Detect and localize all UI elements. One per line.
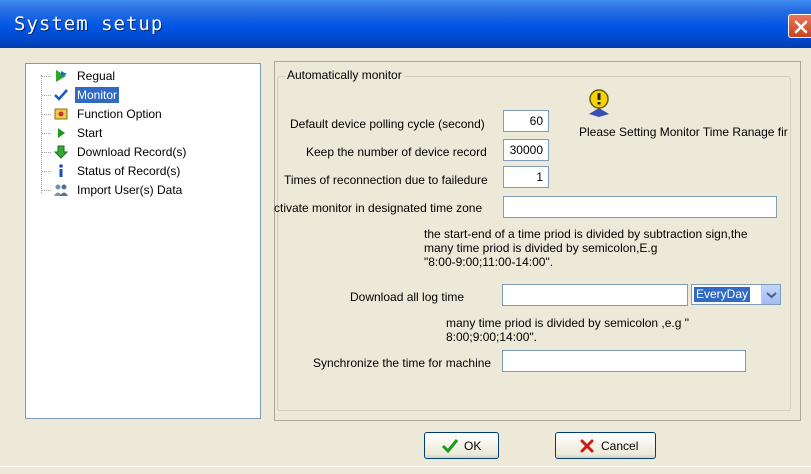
ok-button[interactable]: OK	[424, 432, 499, 459]
close-button[interactable]	[788, 14, 811, 38]
option-icon	[54, 108, 68, 120]
download-arrow-icon	[53, 145, 69, 159]
polling-cycle-input[interactable]: 60	[503, 110, 549, 132]
users-icon	[54, 184, 68, 196]
download-frequency-value: EveryDay	[694, 287, 751, 302]
tree-connector	[42, 133, 51, 134]
close-icon	[794, 20, 808, 34]
checkmark-icon	[441, 439, 459, 454]
download-help-1: many time priod is divided by semicolon …	[446, 316, 690, 330]
time-zone-input[interactable]	[503, 196, 777, 218]
download-log-time-label: Download all log time	[350, 290, 465, 304]
cancel-button[interactable]: Cancel	[555, 432, 656, 459]
tree-item-label: Function Option	[77, 107, 162, 121]
dropdown-button[interactable]	[761, 285, 780, 304]
time-zone-help-1: the start-end of a time priod is divided…	[424, 227, 748, 241]
keep-records-input[interactable]: 30000	[503, 139, 549, 161]
reconnect-times-label: Times of reconnection due to failedure	[284, 173, 488, 187]
system-setup-window: System setup Regual Monitor Function Opt…	[0, 0, 811, 474]
tree-item-label: Monitor	[75, 87, 120, 103]
tree-connector	[42, 114, 51, 115]
monitor-info-text: Please Setting Monitor Time Ranage fir	[579, 125, 788, 139]
tree-connector	[41, 75, 42, 193]
tree-connector	[42, 95, 51, 96]
tree-item-label: Status of Record(s)	[77, 164, 181, 178]
checkmark-icon	[54, 89, 68, 101]
tree-item-label: Download Record(s)	[77, 145, 187, 159]
cancel-button-label: Cancel	[601, 439, 639, 453]
play-icon	[58, 128, 65, 138]
download-log-time-input[interactable]	[502, 284, 688, 306]
green-arrow-icon	[56, 70, 67, 82]
info-icon	[59, 164, 63, 177]
download-help-2: 8:00;9:00;14:00".	[446, 330, 538, 344]
tree-item-label: Import User(s) Data	[77, 183, 183, 197]
tree-item-label: Start	[77, 126, 103, 140]
tree-connector	[42, 152, 51, 153]
chevron-down-icon	[766, 292, 777, 299]
tree-item-label: Regual	[77, 69, 116, 83]
tree-connector	[42, 190, 51, 191]
time-zone-help-3: "8:00-9:00;11:00-14:00".	[424, 255, 554, 269]
tree-connector	[42, 171, 51, 172]
polling-cycle-label: Default device polling cycle (second)	[290, 117, 485, 131]
group-title: Automatically monitor	[285, 68, 404, 82]
keep-records-label: Keep the number of device record	[306, 145, 487, 159]
window-title: System setup	[14, 13, 164, 35]
time-zone-label: ctivate monitor in designated time zone	[274, 201, 483, 215]
cancel-x-icon	[580, 439, 594, 453]
tree-connector	[42, 76, 51, 77]
sync-time-label: Synchronize the time for machine	[313, 356, 492, 370]
sync-time-input[interactable]	[502, 350, 746, 372]
settings-tree[interactable]: Regual Monitor Function Option Start Dow…	[25, 63, 261, 419]
ok-button-label: OK	[464, 439, 482, 453]
warning-icon	[589, 89, 609, 117]
title-bar[interactable]: System setup	[0, 0, 811, 48]
download-frequency-select[interactable]: EveryDay	[691, 284, 781, 305]
time-zone-help-2: many time priod is divided by semicolon,…	[424, 241, 658, 255]
reconnect-times-input[interactable]: 1	[503, 166, 549, 188]
